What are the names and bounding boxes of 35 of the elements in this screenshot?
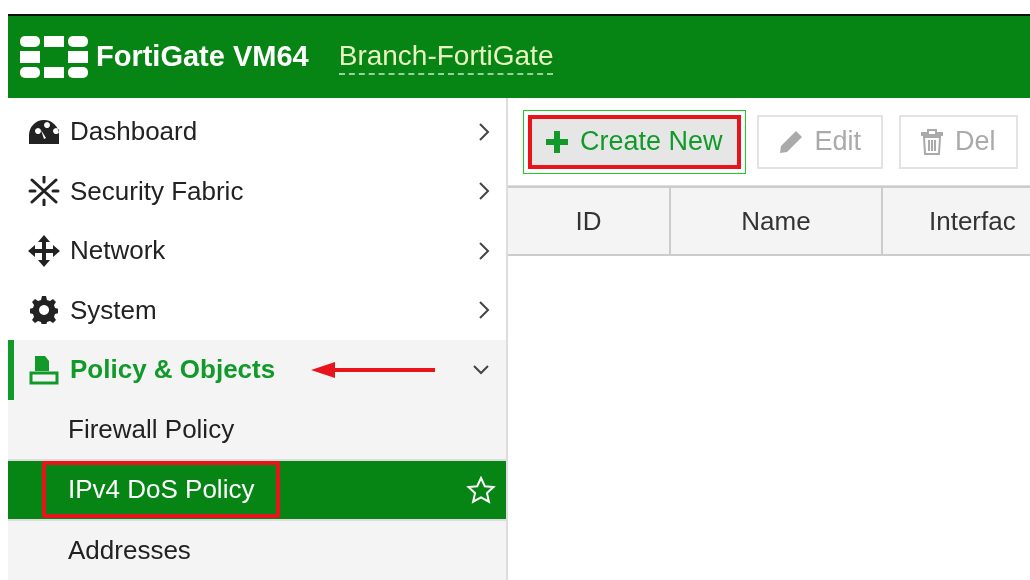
menu-label: Dashboard: [70, 115, 198, 149]
submenu-item[interactable]: Addresses: [8, 520, 506, 580]
submenu-item[interactable]: IPv4 DoS Policy: [8, 459, 506, 521]
product-name: FortiGate VM64: [96, 39, 309, 75]
menu-label: Security Fabric: [70, 174, 244, 208]
hostname-link[interactable]: Branch-FortiGate: [338, 39, 554, 75]
star-icon[interactable]: [466, 475, 496, 504]
submenu-label: Addresses: [67, 533, 192, 567]
gauge-icon: [28, 118, 60, 145]
menu-label: Network: [70, 234, 166, 268]
menu-item[interactable]: Dashboard: [8, 102, 506, 162]
trash-icon: [921, 128, 944, 155]
chevron-right-icon: [478, 240, 490, 261]
submenu-label: IPv4 DoS Policy: [42, 461, 281, 519]
chevron-right-icon: [478, 181, 490, 202]
gear-icon: [30, 296, 58, 325]
menu-label: System: [70, 293, 157, 327]
menu-item[interactable]: System: [8, 280, 506, 340]
chevron-right-icon: [478, 300, 490, 321]
menu-item[interactable]: Security Fabric: [8, 161, 506, 221]
column-header[interactable]: Name: [671, 188, 883, 254]
plus-icon: [546, 130, 568, 153]
policy-icon: [29, 354, 59, 385]
submenu-item[interactable]: Firewall Policy: [8, 399, 506, 459]
column-header[interactable]: Interfac: [883, 188, 1030, 254]
pencil-icon: [778, 129, 803, 154]
submenu-label: Firewall Policy: [67, 412, 236, 446]
move-arrows-icon: [28, 234, 60, 267]
column-header[interactable]: ID: [508, 188, 671, 254]
logo-icon: [20, 36, 88, 78]
menu-label: Policy & Objects: [70, 353, 276, 387]
fabric-icon: [28, 176, 60, 207]
chevron-right-icon: [478, 121, 490, 142]
chevron-down-icon: [472, 363, 490, 376]
menu-item[interactable]: Network: [8, 221, 506, 281]
